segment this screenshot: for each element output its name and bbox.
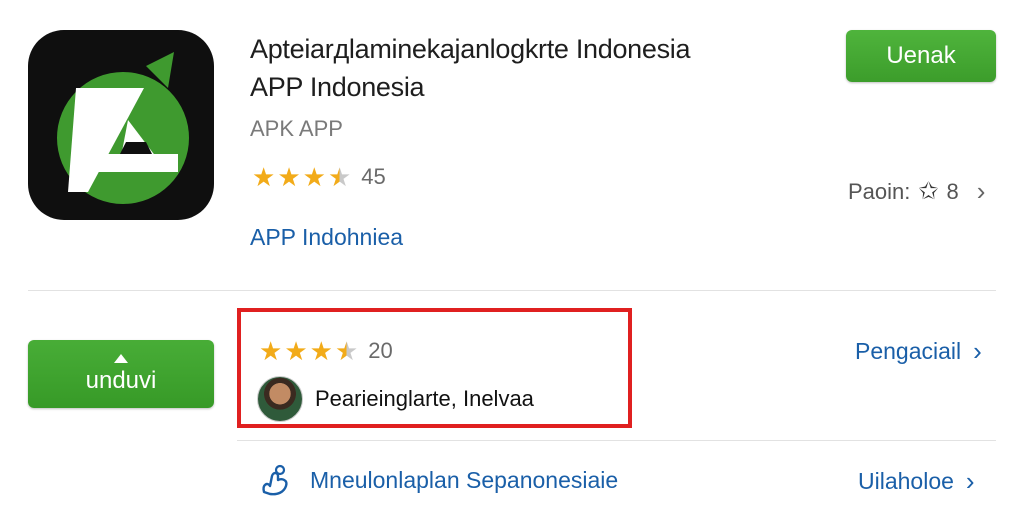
app-rating: ★ ★ ★ ★ 45 [252, 164, 386, 190]
app-title: Apteiarдlaminekajanlogkrte Indonesia APP… [250, 30, 810, 106]
star-full-icon: ★ [252, 162, 276, 192]
review-rating: ★ ★ ★ ★ 20 [259, 338, 393, 364]
review-highlight-box: ★ ★ ★ ★ 20 Pearieinglarte, Inelvaa [237, 308, 632, 428]
more-link[interactable]: Uilaholoe › [858, 466, 975, 497]
more-link-label: Uilaholoe [858, 468, 954, 494]
star-half-icon: ★ [327, 162, 352, 192]
category-link[interactable]: APP Indohniea [250, 224, 403, 251]
divider [28, 290, 996, 291]
app-icon [28, 30, 214, 220]
download-button[interactable]: unduvi [28, 340, 214, 408]
avatar [257, 376, 303, 422]
star-full-icon: ★ [277, 162, 301, 192]
app-rating-count: 45 [361, 164, 386, 189]
app-title-line-1: Apteiarдlaminekajanlogkrte Indonesia [250, 34, 691, 64]
reviewer: Pearieinglarte, Inelvaa [257, 376, 534, 422]
review-rating-count: 20 [368, 338, 393, 363]
chevron-right-icon: › [976, 176, 986, 206]
details-link-label: Pengaciail [855, 338, 962, 364]
star-full-icon: ★ [284, 336, 308, 366]
page-star-icon: ✩ [918, 178, 939, 205]
details-link[interactable]: Pengaciail › [855, 336, 982, 367]
page-number: 8 [946, 178, 959, 204]
app-detail-page: Apteiarдlaminekajanlogkrte Indonesia APP… [0, 0, 1024, 512]
chevron-right-icon: › [973, 336, 982, 366]
divider [237, 440, 996, 441]
page-label: Paoin: [848, 178, 911, 204]
hand-pointer-icon [262, 464, 288, 496]
star-full-icon: ★ [302, 162, 326, 192]
upload-arrow-icon [114, 353, 128, 363]
permissions-row[interactable]: Mneulonlaplan Sepanonesiaie [258, 462, 618, 498]
install-button[interactable]: Uenak [846, 30, 996, 82]
reviewer-name: Pearieinglarte, Inelvaa [315, 386, 534, 411]
page-indicator[interactable]: Paoin: ✩ 8 › [848, 176, 985, 207]
star-full-icon: ★ [259, 336, 283, 366]
star-full-icon: ★ [309, 336, 333, 366]
download-button-label: unduvi [85, 366, 157, 394]
app-developer: APK APP [250, 116, 343, 141]
permissions-label: Mneulonlaplan Sepanonesiaie [310, 466, 619, 493]
app-title-line-2: APP Indonesia [250, 72, 425, 102]
chevron-right-icon: › [965, 466, 975, 496]
star-half-icon: ★ [334, 336, 359, 366]
